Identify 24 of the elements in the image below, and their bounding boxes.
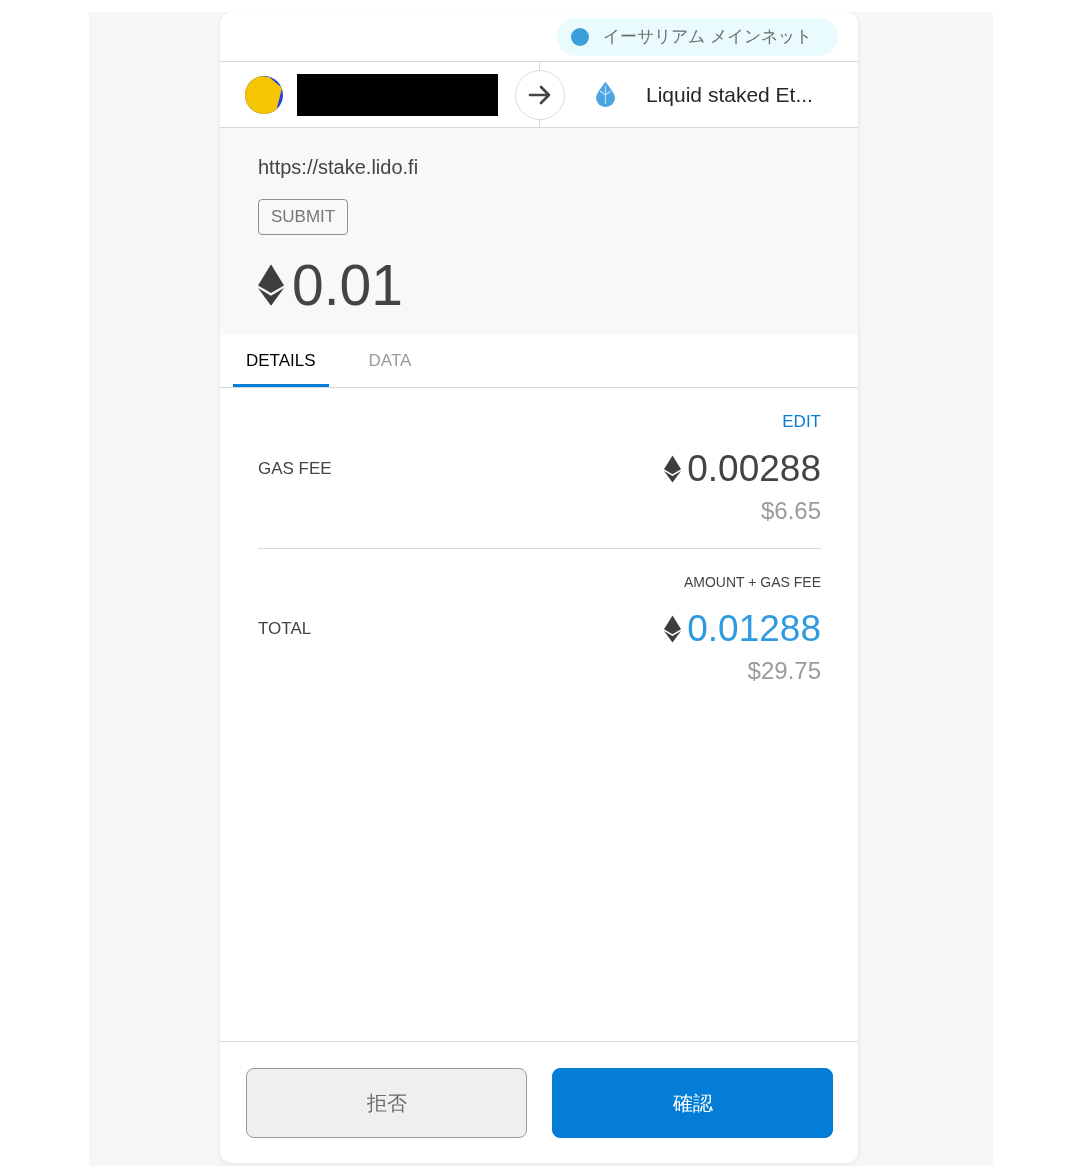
method-tag: SUBMIT [258,199,349,235]
reject-button[interactable]: 拒否 [246,1068,527,1138]
fiat-value: $6.65 [760,496,821,526]
recipient-name: Liquid staked Et... [646,82,813,107]
fee-label: TOTAL [258,619,313,639]
status-dot-icon [571,27,590,46]
fiat-value: $29.75 [747,656,821,686]
identicon-icon [245,75,283,114]
ethereum-icon [664,614,682,644]
fee-caption: AMOUNT + GAS FEE [683,573,821,591]
tab[interactable]: DETAILS [233,335,329,387]
network-name: イーサリアム メインネット [603,26,812,48]
origin-url: https://stake.lido.fi [258,155,419,179]
fee-value: 0.01288 [687,607,821,651]
arrow-right-icon [515,70,565,120]
edit-link[interactable]: EDIT [782,412,821,432]
tab[interactable]: DATA [355,335,425,387]
fee-label: GAS FEE [258,459,333,479]
ethereum-icon [664,454,682,484]
droplet-icon [596,82,615,107]
fee-value: 0.00288 [687,447,821,491]
amount-value: 0.01 [292,252,403,319]
confirm-button[interactable]: 確認 [552,1068,833,1138]
ethereum-icon [258,264,284,306]
